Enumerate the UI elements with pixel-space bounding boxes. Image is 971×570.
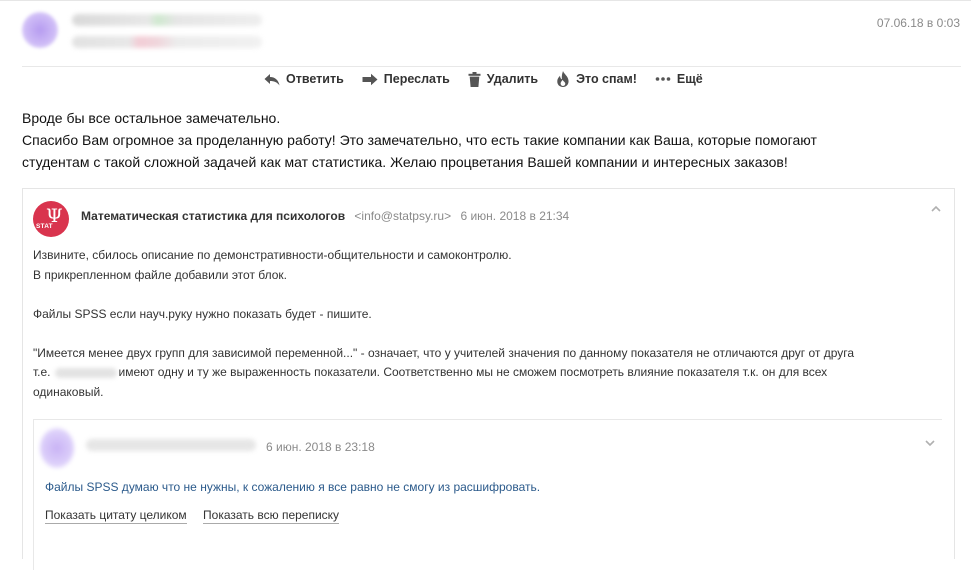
quoted-line: В прикрепленном файле добавили этот блок… xyxy=(33,267,288,282)
top-divider xyxy=(0,0,971,1)
show-thread-link[interactable]: Показать всю переписку xyxy=(203,508,340,524)
avatar-stat-text: STAT xyxy=(36,223,53,230)
sender-avatar[interactable] xyxy=(22,12,58,48)
nested-sender-avatar[interactable] xyxy=(40,428,74,468)
quoted-date: 6 июн. 2018 в 21:34 xyxy=(460,209,570,223)
message-date: 07.06.18 в 0:03 xyxy=(876,16,960,30)
spam-button[interactable]: Это спам! xyxy=(556,71,637,87)
quoted-line: т.е. имеют одну и ту же выраженность пока… xyxy=(33,363,933,383)
more-label: Ещё xyxy=(676,72,703,86)
show-full-quote-link[interactable]: Показать цитату целиком xyxy=(45,508,187,524)
message-line: студентам с такой сложной задачей как ма… xyxy=(22,154,788,170)
quoted-body: Извините, сбилось описание по демонстрат… xyxy=(33,246,933,402)
message-toolbar: Ответить Переслать Удалить Это спам! Ещё xyxy=(264,70,721,88)
spam-label: Это спам! xyxy=(576,72,637,86)
sender-name-redacted xyxy=(72,14,262,26)
nested-reply: 6 июн. 2018 в 23:18 Файлы SPSS думаю что… xyxy=(33,419,942,570)
nested-text: Файлы SPSS думаю что не нужны, к сожален… xyxy=(45,480,541,494)
message-body: Вроде бы все остальное замечательно. Спа… xyxy=(22,107,952,173)
nested-links: Показать цитату целиком Показать всю пер… xyxy=(45,508,352,524)
reply-arrow-icon xyxy=(264,73,280,85)
forward-arrow-icon xyxy=(362,73,378,85)
flame-icon xyxy=(557,71,569,87)
delete-label: Удалить xyxy=(486,72,539,86)
quoted-line: одинаковый. xyxy=(33,384,104,399)
nested-sender-redacted xyxy=(86,439,256,451)
quoted-line: "Имеется менее двух групп для зависимой … xyxy=(33,345,855,360)
nested-date: 6 июн. 2018 в 23:18 xyxy=(266,440,375,454)
chevron-down-icon[interactable] xyxy=(924,437,936,449)
trash-icon xyxy=(468,71,481,87)
quoted-message: Ψ STAT Математическая статистика для пси… xyxy=(22,188,955,570)
reply-button[interactable]: Ответить xyxy=(264,72,344,86)
header-divider xyxy=(22,66,961,67)
redacted-word xyxy=(54,367,117,378)
quoted-line: Файлы SPSS если науч.руку нужно показать… xyxy=(33,306,372,321)
more-button[interactable]: Ещё xyxy=(655,72,703,86)
message-line: Вроде бы все остальное замечательно. xyxy=(22,110,281,126)
statpsy-avatar[interactable]: Ψ STAT xyxy=(33,201,69,237)
quoted-sender-name[interactable]: Математическая статистика для психологов xyxy=(81,209,345,223)
forward-button[interactable]: Переслать xyxy=(362,72,450,86)
chevron-up-icon[interactable] xyxy=(930,203,942,215)
reply-label: Ответить xyxy=(286,72,344,86)
recipient-redacted xyxy=(72,36,262,48)
delete-button[interactable]: Удалить xyxy=(468,71,539,87)
quoted-line: Извините, сбилось описание по демонстрат… xyxy=(33,248,512,262)
quoted-text-fragment: т.е. xyxy=(33,365,51,379)
more-dots-icon xyxy=(655,77,671,81)
forward-label: Переслать xyxy=(383,72,450,86)
message-line: Спасибо Вам огромное за проделанную рабо… xyxy=(22,132,817,148)
quoted-sender-email[interactable]: <info@statpsy.ru> xyxy=(354,209,451,223)
quoted-text-fragment: имеют одну и ту же выраженность показате… xyxy=(118,365,828,379)
quoted-header: Математическая статистика для психологов… xyxy=(81,209,569,223)
